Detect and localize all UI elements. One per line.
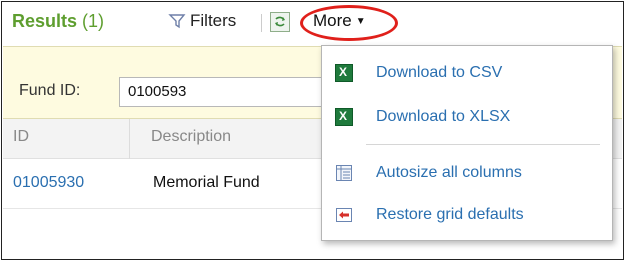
fund-id-label: Fund ID: <box>19 82 81 99</box>
column-divider[interactable] <box>129 119 130 159</box>
menu-item-download-xlsx[interactable]: Download to XLSX <box>322 100 612 136</box>
results-count: (1) <box>82 11 105 31</box>
funnel-icon <box>168 14 186 29</box>
more-dropdown-menu: Download to CSV Download to XLSX Autosiz… <box>321 45 613 241</box>
restore-icon <box>336 208 352 222</box>
columns-icon <box>336 165 352 181</box>
menu-item-download-csv[interactable]: Download to CSV <box>322 56 612 92</box>
menu-item-autosize-columns[interactable]: Autosize all columns <box>322 156 612 192</box>
toolbar-divider <box>261 14 262 32</box>
excel-icon <box>335 64 353 82</box>
menu-divider <box>366 144 600 145</box>
highlight-ellipse <box>300 5 398 41</box>
menu-item-restore-defaults[interactable]: Restore grid defaults <box>322 198 612 234</box>
fund-id-link[interactable]: 01005930 <box>13 174 84 192</box>
refresh-icon <box>275 16 285 27</box>
menu-item-label: Download to CSV <box>376 64 503 81</box>
results-panel: Results (1) Filters More ▼ Fund ID: 0100… <box>1 1 624 260</box>
description-cell: Memorial Fund <box>153 174 260 191</box>
filters-button[interactable]: Filters <box>168 11 236 31</box>
toolbar: Results (1) Filters More ▼ <box>2 2 623 46</box>
column-header-id[interactable]: ID <box>13 128 29 146</box>
filters-label: Filters <box>190 11 237 30</box>
results-title: Results (1) <box>12 11 104 32</box>
menu-item-label: Download to XLSX <box>376 108 511 125</box>
column-header-description[interactable]: Description <box>151 128 231 146</box>
menu-item-label: Autosize all columns <box>376 164 522 181</box>
refresh-button[interactable] <box>270 12 290 32</box>
menu-item-label: Restore grid defaults <box>376 206 524 223</box>
excel-icon <box>335 108 353 126</box>
results-label: Results <box>12 11 78 31</box>
